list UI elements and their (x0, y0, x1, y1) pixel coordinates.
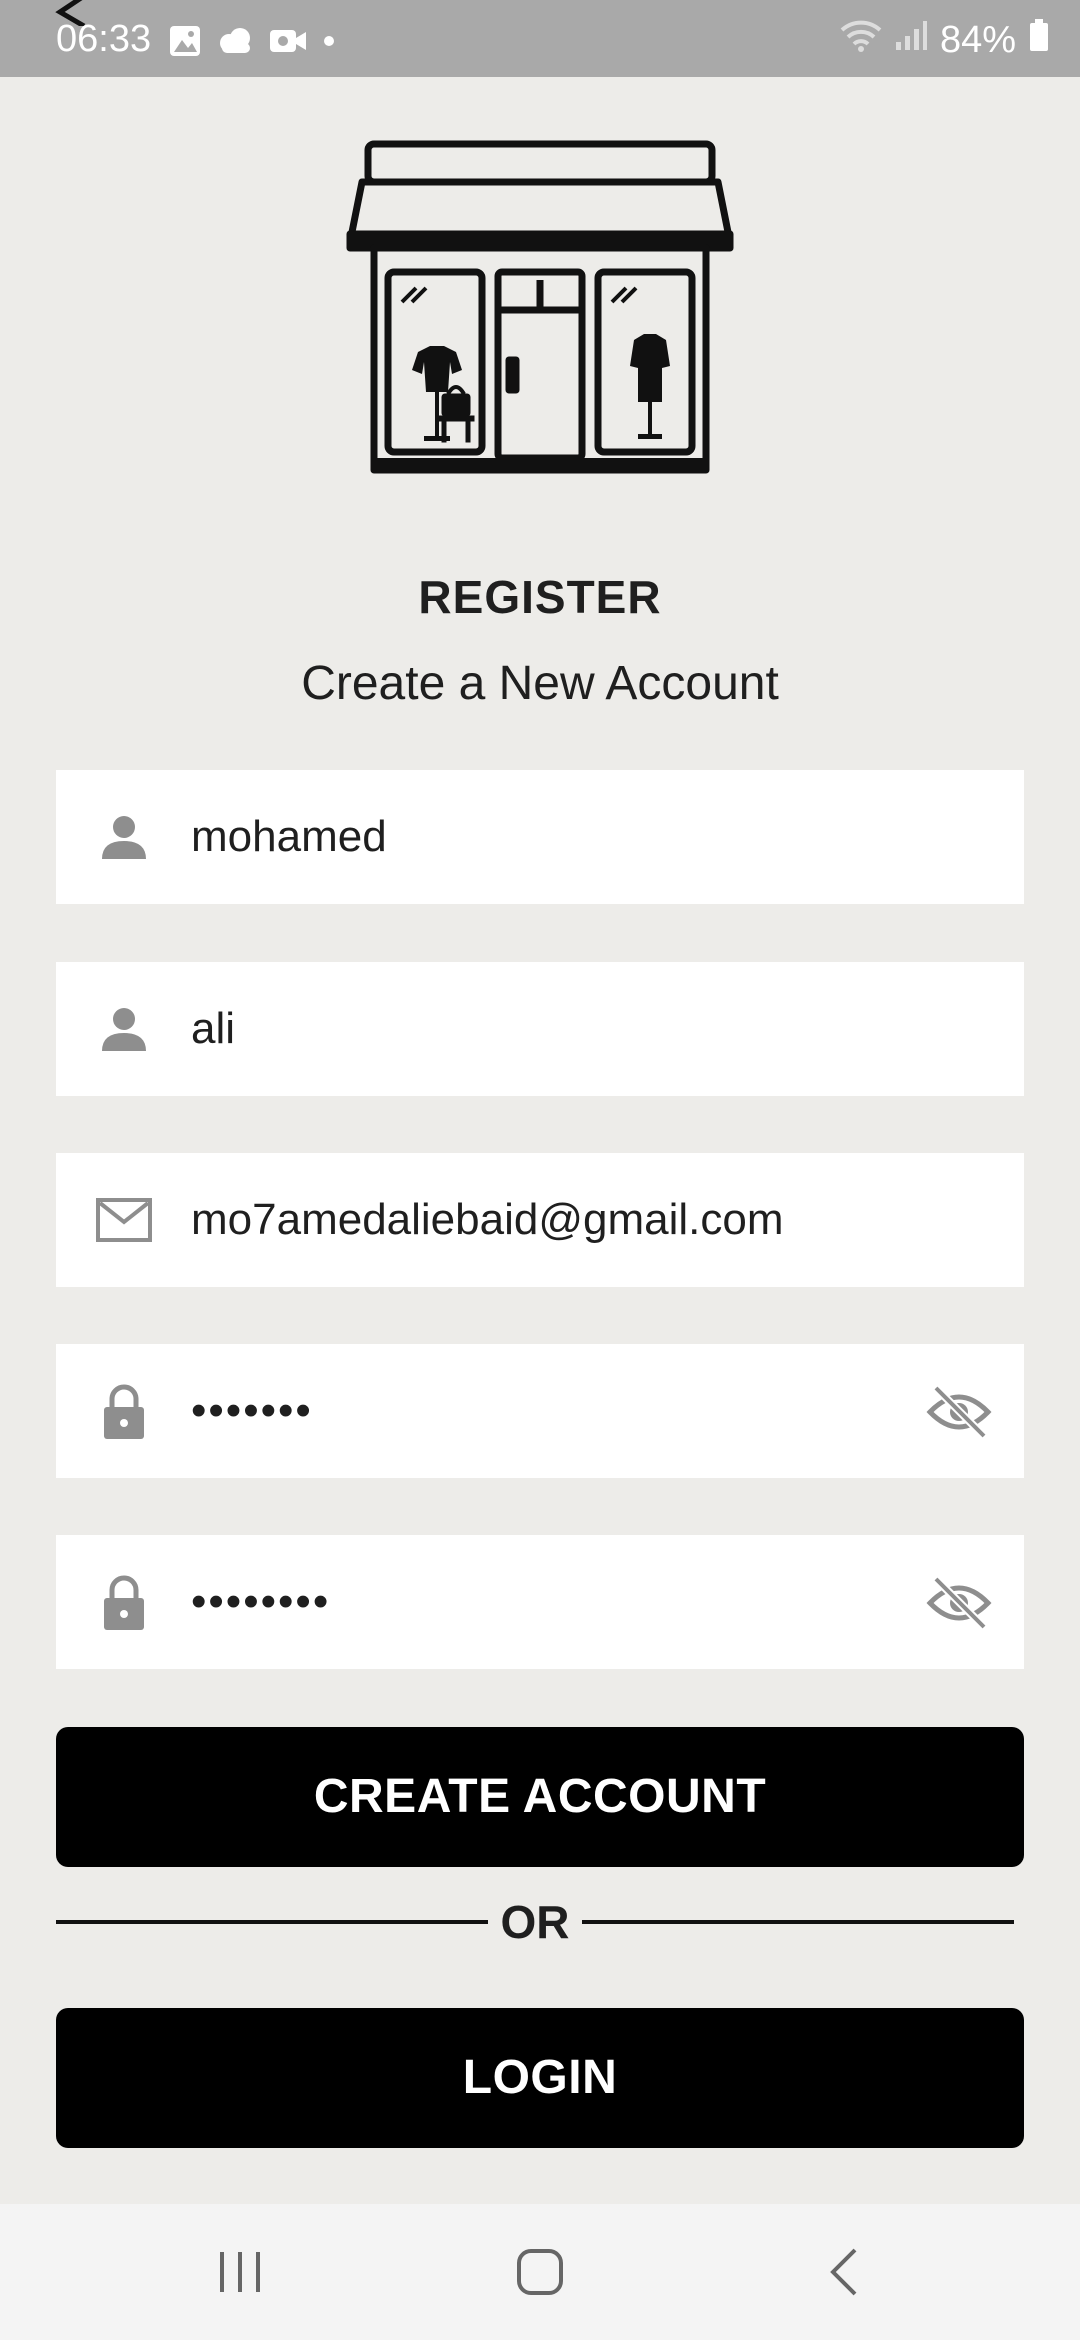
wifi-icon (840, 18, 882, 62)
page-title: REGISTER (418, 571, 662, 623)
first-name-field[interactable]: mohamed (56, 770, 1024, 904)
confirm-password-field[interactable]: •••••••• (56, 1535, 1024, 1669)
battery-percent: 84% (939, 18, 1016, 61)
login-button[interactable]: LOGIN (56, 2008, 1024, 2148)
page-subtitle: Create a New Account (301, 657, 779, 710)
email-value: mo7amedaliebaid@gmail.com (191, 1195, 784, 1244)
confirm-password-value: •••••••• (191, 1577, 331, 1626)
video-icon (268, 26, 308, 61)
password-field[interactable]: ••••••• (56, 1344, 1024, 1478)
battery-icon (1028, 18, 1050, 62)
eye-off-icon[interactable] (926, 1382, 992, 1442)
last-name-value: ali (191, 1004, 236, 1053)
store-icon (340, 130, 740, 480)
person-icon (94, 807, 154, 867)
dot-icon (322, 34, 336, 53)
mail-icon (94, 1190, 154, 1250)
lock-icon (94, 1572, 154, 1632)
last-name-field[interactable]: ali (56, 962, 1024, 1096)
recent-apps-icon[interactable] (210, 2242, 270, 2302)
status-bar: 06:33 84% (0, 0, 1080, 77)
divider-label: OR (500, 1896, 570, 1948)
back-icon[interactable] (815, 2242, 875, 2302)
or-divider: OR (56, 1890, 1014, 1954)
signal-icon (894, 18, 928, 62)
person-icon (94, 999, 154, 1059)
first-name-value: mohamed (191, 812, 387, 861)
password-value: ••••••• (191, 1386, 313, 1435)
divider-line (582, 1920, 1014, 1924)
cloud-icon (216, 26, 254, 61)
status-time: 06:33 (56, 18, 152, 60)
gallery-icon (168, 24, 202, 63)
home-icon[interactable] (510, 2242, 570, 2302)
lock-icon (94, 1381, 154, 1441)
create-account-button[interactable]: CREATE ACCOUNT (56, 1727, 1024, 1867)
divider-line (56, 1920, 488, 1924)
eye-off-icon[interactable] (926, 1573, 992, 1633)
email-field[interactable]: mo7amedaliebaid@gmail.com (56, 1153, 1024, 1287)
system-nav-bar (0, 2204, 1080, 2340)
